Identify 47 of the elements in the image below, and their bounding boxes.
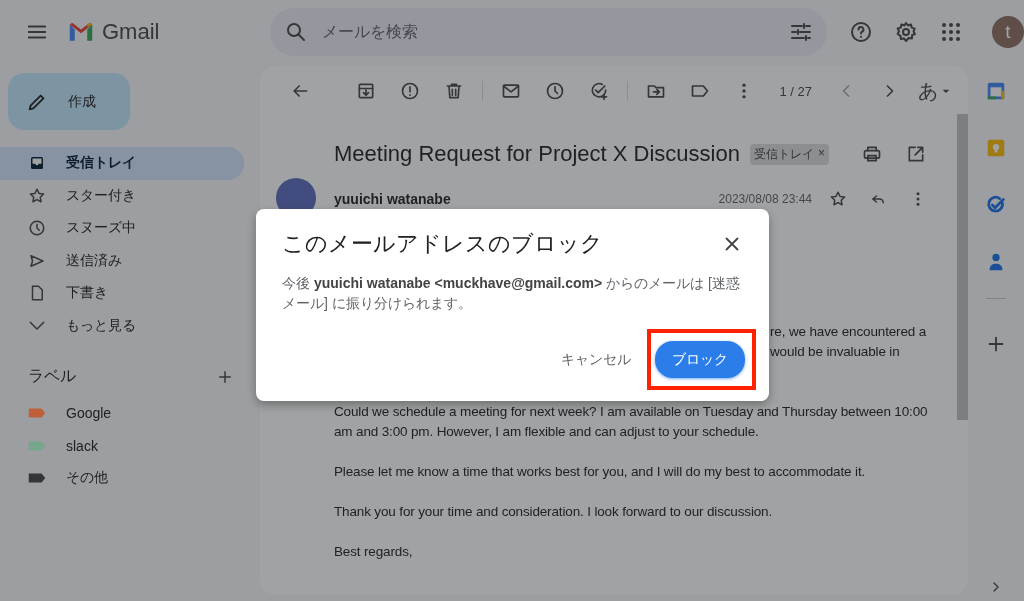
nav-item[interactable]: 下書き [0,277,244,310]
body-text: Could we schedule a meeting for next week? I am available on Tuesday and Thursday between 10:00 am and 3:00 pm. However, I am flexible and can adjust to your schedule. [334,403,929,441]
help-icon[interactable] [849,20,873,44]
clock-icon [28,219,46,238]
nav-item[interactable]: 送信済み [0,244,244,277]
nav-item[interactable]: スター付き [0,179,244,212]
search-field[interactable]: メールを検索 [269,8,827,56]
body-text: re, we have encountered a [770,323,928,341]
body-text: Please let me know a time that works best for you, and I will do my best to accommodate it. [334,463,867,481]
message-date: 2023/08/08 23:44 [718,192,812,206]
star-icon [28,186,46,205]
input-mode-button[interactable]: あ [918,77,954,105]
dialog-title: このメールアドレスのブロック [282,230,603,258]
nav-item[interactable]: スヌーズ中 [0,212,244,245]
label-item[interactable]: slack [0,429,244,462]
body-text: Best regards, [334,543,414,561]
sender-name: yuuichi watanabe [334,191,451,207]
label-item[interactable]: Google [0,397,244,430]
apps-icon[interactable] [939,20,963,44]
compose-button[interactable]: 作成 [8,73,130,130]
body-text: Thank you for your time and consideration. I look forward to our discussion. [334,503,774,521]
report-icon[interactable] [400,81,420,101]
cancel-button[interactable]: キャンセル [561,342,631,377]
nav-item[interactable]: もっと見る [0,309,244,342]
star-icon[interactable] [829,190,847,208]
settings-icon[interactable] [894,20,918,44]
add-task-icon[interactable] [589,81,609,101]
mail-icon[interactable] [501,81,521,101]
label-item[interactable]: その他 [0,462,244,495]
delete-icon[interactable] [444,81,464,101]
nav-item[interactable]: 受信トレイ [0,147,244,180]
open-in-new-icon[interactable] [906,144,926,164]
body-text: would be invaluable in [770,343,901,361]
search-input[interactable]: メールを検索 [319,22,777,42]
email-subject: Meeting Request for Project X Discussion [334,141,740,167]
dialog-message: 今後 yuuichi watanabe <muckhave@gmail.com> からのメールは [迷惑メール] に振り分けられます。 [282,274,741,313]
inbox-chip[interactable]: 受信トレイ × [749,143,829,165]
block-button[interactable]: ブロック [655,341,745,378]
print-icon[interactable] [862,144,882,164]
clock-icon[interactable] [545,81,565,101]
archive-icon[interactable] [356,81,376,101]
filter-icon[interactable] [789,20,813,44]
brand-name: Gmail [102,19,160,45]
scrollbar[interactable] [957,114,968,420]
page-counter: 1 / 27 [779,83,812,99]
calendar-icon[interactable] [985,80,1007,102]
labels-heading: ラベル [28,366,76,386]
